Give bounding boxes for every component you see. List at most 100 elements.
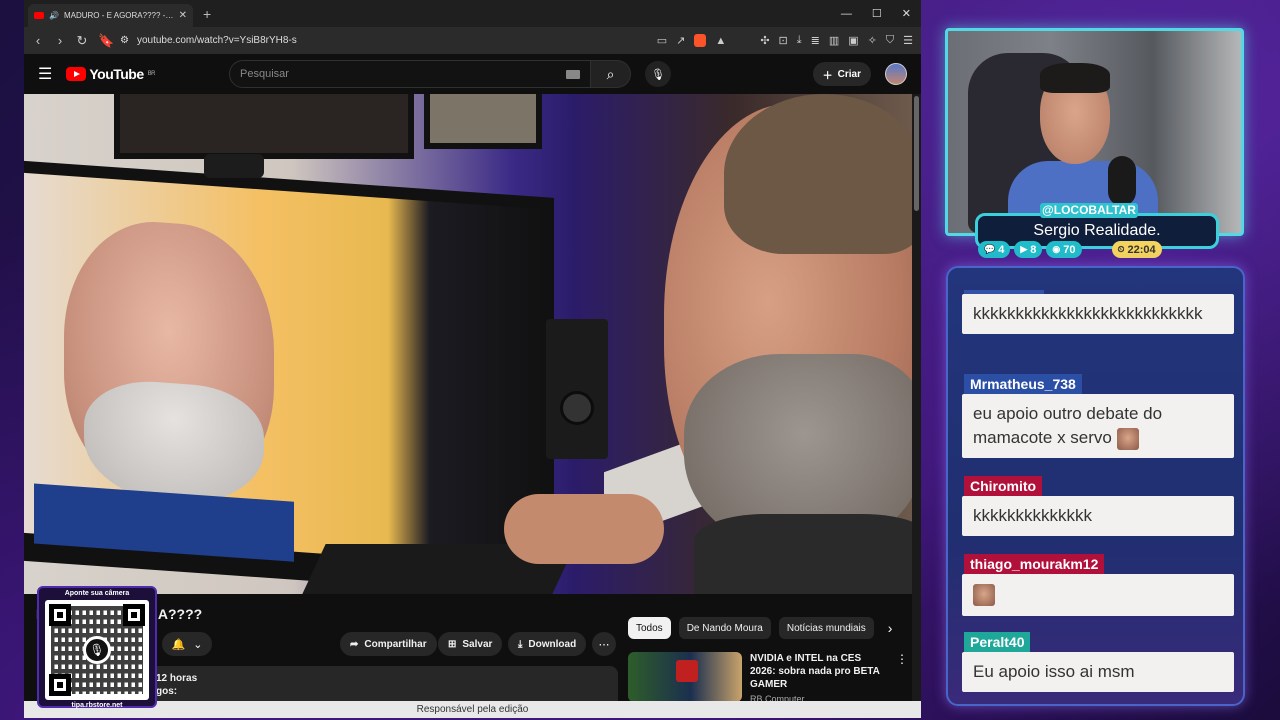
maximize-button[interactable]: ☐ [872, 7, 882, 20]
share-label: Compartilhar [364, 638, 427, 650]
chat-username: Mrmatheus_738 [964, 374, 1082, 394]
wall-frame [424, 94, 542, 149]
chat-username: thiago_mourakm12 [964, 554, 1105, 574]
region-code: BR [147, 71, 156, 77]
address-bar: ‹ › ↻ 🔖 ⚙ youtube.com/watch?v=YsiB8rYH8-… [24, 27, 921, 54]
clock-badge: ⏲ 22:04 [1111, 241, 1162, 258]
speaker-icon[interactable]: 🔊 [49, 11, 59, 20]
youtube-logo[interactable]: YouTube BR [66, 66, 156, 82]
recommended-video[interactable]: NVIDIA e INTEL na CES 2026: sobra nada p… [628, 652, 908, 704]
vpn-icon[interactable]: ⛉ [886, 34, 894, 47]
chat-message: Eu apoio isso ai msm [962, 652, 1234, 692]
download-button[interactable]: ⤓ Download [508, 632, 587, 656]
back-icon[interactable]: ‹ [32, 33, 44, 48]
site-info-icon[interactable]: ⚙ [120, 35, 129, 46]
plus-icon: ＋ [822, 70, 833, 82]
streamer-hair [1040, 63, 1110, 93]
chip-all[interactable]: Todos [628, 617, 671, 639]
share-arrow-icon: ➦ [350, 638, 359, 650]
monitor [24, 160, 554, 594]
chevron-right-icon[interactable]: › [888, 620, 893, 636]
youtube-header: ☰ YouTube BR Pesquisar ⌕ 🎙 ＋ Criar [24, 54, 921, 94]
bell-icon: 🔔 [171, 638, 186, 651]
sidebar-icon[interactable]: ▥ [829, 34, 839, 47]
search-input[interactable]: Pesquisar [229, 60, 591, 88]
url-field[interactable]: ⚙ youtube.com/watch?v=YsiB8rYH8-s [120, 35, 647, 46]
video-icon: ▶ [1020, 244, 1028, 254]
recommended-title[interactable]: NVIDIA e INTEL na CES 2026: sobra nada p… [750, 652, 880, 691]
account-avatar[interactable] [885, 63, 907, 85]
ai-icon[interactable]: ✧ [868, 34, 877, 47]
brave-shield-icon[interactable] [694, 34, 707, 47]
description-line: 12 horas [156, 673, 198, 684]
menu-icon[interactable]: ☰ [903, 34, 913, 47]
stream-stats: 💬 4 ▶ 8 ◉ 70 ⏲ 22:04 [978, 241, 1162, 258]
chat-message: eu apoio outro debate do mamacote x serv… [962, 394, 1234, 458]
window-controls: — ☐ ✕ [841, 7, 921, 21]
microphone [1108, 156, 1136, 206]
status-bar: Responsável pela edição [24, 701, 921, 718]
related-chips: Todos De Nando Moura Notícias mundiais › [628, 617, 892, 639]
voice-search-button[interactable]: 🎙 [645, 61, 671, 87]
logo-text: YouTube [89, 66, 144, 82]
chat-message: kkkkkkkkkkkkkk [962, 496, 1234, 536]
chat-count-badge: 💬 4 [978, 241, 1011, 258]
youtube-favicon-icon [34, 12, 44, 19]
video-thumbnail[interactable] [628, 652, 742, 702]
streamer-handle: @LOCOBALTAR [1040, 203, 1138, 218]
rewards-icon[interactable]: ▲ [715, 35, 726, 47]
speaker [546, 319, 608, 459]
chip-world-news[interactable]: Notícias mundiais [778, 617, 874, 639]
browser-window: 🔊 MADURO - E AGORA???? - YouTube ✕ + — ☐… [24, 0, 921, 718]
share-button[interactable]: ➦ Compartilhar [340, 632, 437, 656]
chip-channel[interactable]: De Nando Moura [678, 617, 771, 639]
qr-caption: Aponte sua câmera [64, 590, 130, 597]
screenshot-icon[interactable]: ⊡ [779, 34, 788, 47]
status-text: Responsável pela edição [416, 704, 529, 715]
video-player[interactable] [24, 94, 912, 594]
watch-metadata: IA???? 🔔 ⌄ ➦ Compartilhar ⊞ Salvar ⤓ Dow… [24, 594, 912, 718]
wallet-icon[interactable]: ▣ [848, 34, 858, 47]
cast-icon[interactable]: ▭ [657, 34, 667, 47]
bookmark-icon[interactable]: 🔖 [98, 33, 114, 49]
recommended-info: NVIDIA e INTEL na CES 2026: sobra nada p… [750, 652, 880, 704]
more-actions-button[interactable]: ⋯ [592, 632, 616, 656]
close-tab-icon[interactable]: ✕ [179, 10, 187, 21]
qr-url: tipa.rbstore.net [71, 702, 123, 709]
youtube-play-icon [66, 67, 87, 81]
keyboard-icon[interactable] [566, 69, 580, 79]
reload-icon[interactable]: ↻ [76, 33, 88, 49]
chat-panel: kkkkkkkkkkkkkkkkkkkkkkkkkkk Mrmatheus_73… [946, 266, 1245, 706]
guide-menu-icon[interactable]: ☰ [38, 64, 52, 84]
kebab-menu-icon[interactable]: ⋮ [896, 652, 908, 704]
download-icon[interactable]: ⤓ [797, 34, 802, 47]
download-arrow-icon: ⤓ [518, 638, 523, 650]
chevron-down-icon: ⌄ [193, 638, 203, 651]
search-button[interactable]: ⌕ [591, 60, 631, 88]
tab-title: MADURO - E AGORA???? - YouTube [63, 11, 174, 20]
webcam [204, 154, 264, 178]
emote-icon [1116, 427, 1139, 450]
save-button[interactable]: ⊞ Salvar [438, 632, 503, 656]
extensions-icon[interactable]: ✣ [760, 34, 769, 47]
notification-bell-button[interactable]: 🔔 ⌄ [162, 632, 212, 656]
emote-icon [973, 583, 995, 606]
page-scrollbar[interactable] [912, 94, 921, 701]
chat-message: kkkkkkkkkkkkkkkkkkkkkkkkkkk [962, 294, 1234, 334]
chat-username: Chiromito [964, 476, 1043, 496]
playlist-icon[interactable]: ≣ [811, 34, 820, 47]
new-tab-button[interactable]: + [203, 6, 211, 22]
tab-strip: 🔊 MADURO - E AGORA???? - YouTube ✕ + — ☐… [24, 0, 921, 27]
more-icon: ⋯ [598, 638, 610, 651]
minimize-button[interactable]: — [841, 8, 852, 20]
create-button[interactable]: ＋ Criar [812, 62, 871, 86]
close-window-button[interactable]: ✕ [902, 7, 911, 20]
browser-tab[interactable]: 🔊 MADURO - E AGORA???? - YouTube ✕ [28, 4, 193, 27]
search-icon: ⌕ [606, 65, 615, 82]
chat-icon: 💬 [984, 244, 996, 254]
share-icon[interactable]: ↗ [676, 34, 685, 47]
save-icon: ⊞ [448, 638, 457, 650]
description-line: gos: [156, 686, 178, 697]
forward-icon[interactable]: › [54, 33, 66, 48]
host-shirt [694, 514, 912, 594]
